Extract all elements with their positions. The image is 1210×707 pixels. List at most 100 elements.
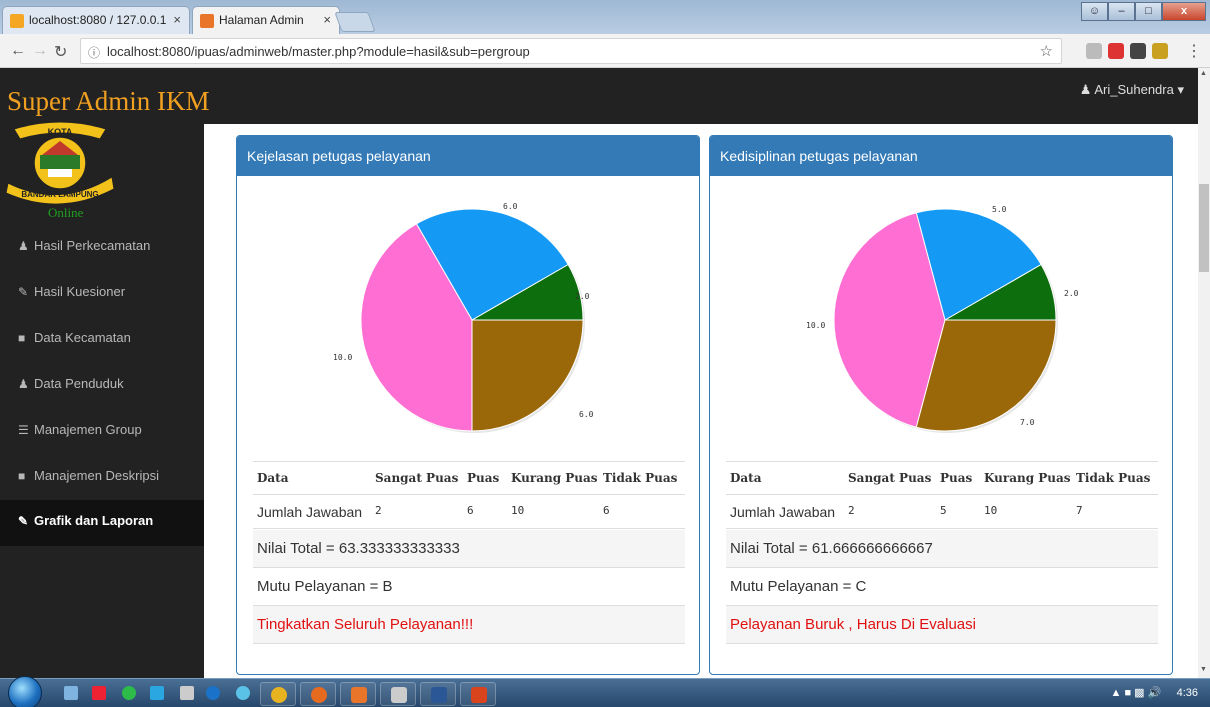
brand-title[interactable]: Super Admin IKM (7, 86, 210, 117)
info-icon: ⓘ (88, 46, 101, 60)
svg-text:KOTA: KOTA (48, 127, 73, 137)
extension-icon[interactable] (1152, 43, 1168, 59)
slice-label: 10.0 (333, 353, 353, 362)
menu-dots-icon[interactable]: ⋮ (1186, 41, 1202, 61)
column-header: Tidak Puas (1072, 461, 1158, 495)
data-table: Data Sangat Puas Puas Kurang Puas Tidak … (253, 461, 685, 529)
cell-sangat-puas: 2 (844, 494, 936, 529)
tab-phpmyadmin[interactable]: localhost:8080 / 127.0.0.1 × (2, 6, 190, 34)
bookmark-star-icon[interactable]: ☆ (1040, 42, 1053, 60)
system-tray[interactable]: ▲ ■ ▩ 🔊 4:36 (1111, 686, 1199, 699)
sidebar-item-label: Hasil Perkecamatan (34, 238, 151, 253)
phpmyadmin-icon (10, 14, 24, 28)
extension-icon[interactable] (1130, 43, 1146, 59)
explorer-icon[interactable] (64, 686, 78, 700)
page-scrollbar[interactable]: ▲ ▼ (1198, 68, 1210, 678)
scroll-thumb[interactable] (1199, 184, 1209, 272)
sidebar-item-manajemen-group[interactable]: ☰ Manajemen Group (0, 409, 204, 455)
row-label: Jumlah Jawaban (253, 494, 371, 529)
site-icon (200, 14, 214, 28)
url-input[interactable]: ⓘ localhost:8080/ipuas/adminweb/master.p… (80, 38, 1062, 64)
extension-icon[interactable] (1108, 43, 1124, 59)
forward-icon[interactable]: → (32, 42, 48, 60)
chat-icon[interactable] (122, 686, 136, 700)
data-table: Data Sangat Puas Puas Kurang Puas Tidak … (726, 461, 1158, 529)
edit-icon: ✎ (18, 285, 29, 299)
column-header: Puas (936, 461, 980, 495)
chrome-icon (271, 687, 287, 703)
panel-kejelasan: Kejelasan petugas pelayanan 2.0 6.0 10.0… (236, 135, 700, 675)
maximize-button[interactable]: □ (1135, 2, 1162, 21)
slice-label: 6.0 (503, 202, 518, 211)
sidebar-item-label: Manajemen Deskripsi (34, 468, 159, 483)
back-icon[interactable]: ← (10, 42, 26, 60)
recommendation-message: Pelayanan Buruk , Harus Di Evaluasi (726, 606, 1158, 644)
word-icon (431, 687, 447, 703)
reload-icon[interactable]: ↻ (54, 42, 67, 62)
sidebar-item-label: Manajemen Group (34, 422, 142, 437)
column-header: Kurang Puas (980, 461, 1072, 495)
pie-slice-tidak-puas (471, 319, 584, 432)
pie-chart: 2.0 6.0 10.0 6.0 (237, 176, 699, 460)
app-icon (471, 687, 487, 703)
app-taskbar-button[interactable] (460, 682, 496, 706)
firefox-taskbar-button[interactable] (300, 682, 336, 706)
table-row: Jumlah Jawaban 2 6 10 6 (253, 494, 685, 529)
edit-icon: ✎ (18, 514, 29, 528)
sidebar-item-data-kecamatan[interactable]: ■ Data Kecamatan (0, 317, 204, 363)
clock[interactable]: 4:36 (1177, 687, 1198, 699)
sidebar: KOTA BANDAR LAMPUNG Online ♟ Hasil Perkec… (0, 121, 204, 678)
cell-kurang-puas: 10 (980, 494, 1072, 529)
app-icon[interactable] (150, 686, 164, 700)
address-bar: ← → ↻ ⌂ ⓘ localhost:8080/ipuas/adminweb/… (0, 34, 1210, 68)
extension-icon[interactable] (1086, 43, 1102, 59)
sidebar-item-grafik-dan-laporan[interactable]: ✎ Grafik dan Laporan (0, 500, 204, 546)
tab-title: Halaman Admin (219, 13, 304, 27)
scroll-up-icon[interactable]: ▲ (1200, 70, 1207, 77)
url-text: localhost:8080/ipuas/adminweb/master.php… (107, 44, 530, 59)
app-icon[interactable] (206, 686, 220, 700)
start-button[interactable] (8, 676, 42, 707)
app-icon[interactable] (236, 686, 250, 700)
app-icon[interactable] (92, 686, 106, 700)
column-header: Tidak Puas (599, 461, 685, 495)
profile-icon[interactable]: ☺ (1081, 2, 1108, 21)
column-header: Puas (463, 461, 507, 495)
sidebar-item-label: Grafik dan Laporan (34, 513, 154, 528)
app-icon[interactable] (180, 686, 194, 700)
slice-label: 10.0 (806, 321, 826, 330)
chrome-taskbar-button[interactable] (260, 682, 296, 706)
sidebar-item-hasil-kuesioner[interactable]: ✎ Hasil Kuesioner (0, 271, 204, 317)
online-status: Online (48, 205, 84, 220)
sidebar-item-label: Data Kecamatan (34, 330, 131, 345)
pie-chart-svg (833, 208, 1058, 433)
user-menu[interactable]: ♟ Ari_Suhendra ▾ (1080, 82, 1184, 98)
cell-tidak-puas: 6 (599, 494, 685, 529)
slice-label: 5.0 (992, 205, 1007, 214)
cell-puas: 5 (936, 494, 980, 529)
column-header: Sangat Puas (371, 461, 463, 495)
close-icon[interactable]: × (173, 12, 181, 27)
close-window-button[interactable]: x (1162, 2, 1206, 21)
panel-kedisiplinan: Kedisiplinan petugas pelayanan 2.0 5.0 1… (709, 135, 1173, 675)
app-icon (351, 687, 367, 703)
book-icon: ■ (18, 469, 26, 483)
sidebar-item-hasil-perkecamatan[interactable]: ♟ Hasil Perkecamatan (0, 225, 204, 271)
user-name: Ari_Suhendra (1094, 82, 1174, 97)
new-tab-button[interactable] (334, 12, 376, 32)
word-taskbar-button[interactable] (420, 682, 456, 706)
tab-halaman-admin[interactable]: Halaman Admin × (192, 6, 340, 34)
minimize-button[interactable]: – (1108, 2, 1135, 21)
pie-chart-svg (360, 208, 585, 433)
app-taskbar-button[interactable] (340, 682, 376, 706)
sidebar-item-data-penduduk[interactable]: ♟ Data Penduduk (0, 363, 204, 409)
close-icon[interactable]: × (323, 12, 331, 27)
sidebar-item-label: Hasil Kuesioner (34, 284, 126, 299)
scroll-down-icon[interactable]: ▼ (1200, 666, 1207, 673)
tray-icons: ▲ ■ ▩ 🔊 (1110, 687, 1174, 699)
app-taskbar-button[interactable] (380, 682, 416, 706)
sidebar-item-manajemen-deskripsi[interactable]: ■ Manajemen Deskripsi (0, 455, 204, 501)
main-content: Kejelasan petugas pelayanan 2.0 6.0 10.0… (204, 124, 1198, 678)
windows-taskbar: ▲ ■ ▩ 🔊 4:36 (0, 676, 1210, 707)
svg-text:BANDAR LAMPUNG: BANDAR LAMPUNG (21, 190, 98, 199)
